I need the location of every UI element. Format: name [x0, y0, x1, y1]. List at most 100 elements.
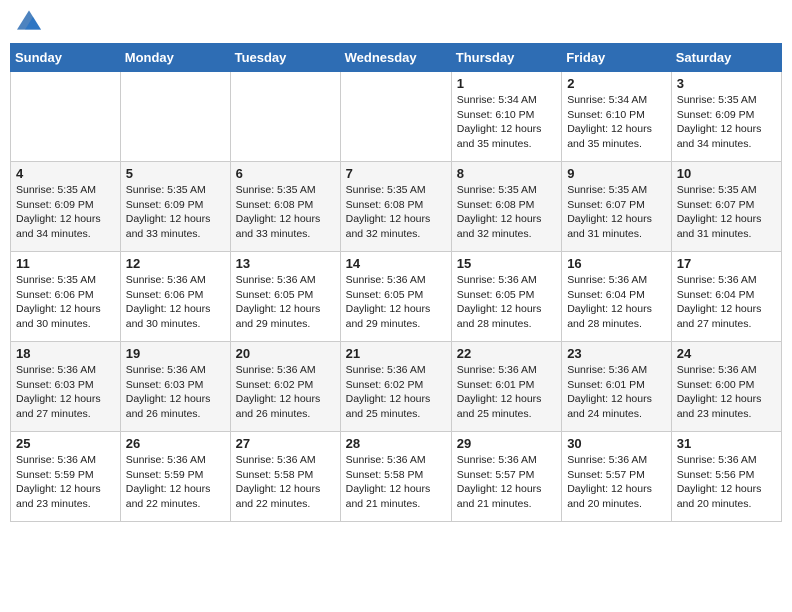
day-info: Sunrise: 5:36 AM Sunset: 5:58 PM Dayligh…: [236, 453, 335, 512]
weekday-header-tuesday: Tuesday: [230, 44, 340, 72]
day-number: 5: [126, 166, 225, 181]
day-info: Sunrise: 5:36 AM Sunset: 6:04 PM Dayligh…: [677, 273, 776, 332]
day-number: 16: [567, 256, 666, 271]
calendar-cell: 6 Sunrise: 5:35 AM Sunset: 6:08 PM Daylig…: [230, 162, 340, 252]
day-number: 11: [16, 256, 115, 271]
calendar-cell: 27 Sunrise: 5:36 AM Sunset: 5:58 PM Dayli…: [230, 432, 340, 522]
calendar-cell: 1Sunrise: 5:34 AM Sunset: 6:10 PM Daylig…: [451, 72, 561, 162]
calendar-cell: 12 Sunrise: 5:36 AM Sunset: 6:06 PM Dayli…: [120, 252, 230, 342]
calendar-cell: 18 Sunrise: 5:36 AM Sunset: 6:03 PM Dayli…: [11, 342, 121, 432]
weekday-header-friday: Friday: [562, 44, 672, 72]
calendar-cell: 20 Sunrise: 5:36 AM Sunset: 6:02 PM Dayli…: [230, 342, 340, 432]
day-number: 7: [346, 166, 446, 181]
day-number: 31: [677, 436, 776, 451]
day-info: Sunrise: 5:36 AM Sunset: 5:56 PM Dayligh…: [677, 453, 776, 512]
logo: [15, 10, 41, 35]
calendar-cell: 11 Sunrise: 5:35 AM Sunset: 6:06 PM Dayli…: [11, 252, 121, 342]
day-number: 20: [236, 346, 335, 361]
weekday-header-saturday: Saturday: [671, 44, 781, 72]
day-info: Sunrise: 5:35 AM Sunset: 6:09 PM Dayligh…: [677, 93, 776, 152]
day-number: 22: [457, 346, 556, 361]
calendar-cell: 13Sunrise: 5:36 AM Sunset: 6:05 PM Dayli…: [230, 252, 340, 342]
calendar-cell: 14 Sunrise: 5:36 AM Sunset: 6:05 PM Dayli…: [340, 252, 451, 342]
calendar-cell: 2 Sunrise: 5:34 AM Sunset: 6:10 PM Daylig…: [562, 72, 672, 162]
logo-icon: [17, 10, 41, 30]
calendar-cell: 21Sunrise: 5:36 AM Sunset: 6:02 PM Dayli…: [340, 342, 451, 432]
calendar-table: SundayMondayTuesdayWednesdayThursdayFrid…: [10, 43, 782, 522]
day-number: 6: [236, 166, 335, 181]
day-info: Sunrise: 5:35 AM Sunset: 6:06 PM Dayligh…: [16, 273, 115, 332]
day-info: Sunrise: 5:36 AM Sunset: 6:01 PM Dayligh…: [567, 363, 666, 422]
calendar-cell: 5 Sunrise: 5:35 AM Sunset: 6:09 PM Daylig…: [120, 162, 230, 252]
day-info: Sunrise: 5:36 AM Sunset: 5:58 PM Dayligh…: [346, 453, 446, 512]
day-info: Sunrise: 5:36 AM Sunset: 6:02 PM Dayligh…: [346, 363, 446, 422]
weekday-header-thursday: Thursday: [451, 44, 561, 72]
day-info: Sunrise: 5:35 AM Sunset: 6:08 PM Dayligh…: [346, 183, 446, 242]
day-number: 3: [677, 76, 776, 91]
day-number: 12: [126, 256, 225, 271]
day-number: 10: [677, 166, 776, 181]
calendar-cell: 19Sunrise: 5:36 AM Sunset: 6:03 PM Dayli…: [120, 342, 230, 432]
calendar-cell: 7 Sunrise: 5:35 AM Sunset: 6:08 PM Daylig…: [340, 162, 451, 252]
calendar-week-1: 1Sunrise: 5:34 AM Sunset: 6:10 PM Daylig…: [11, 72, 782, 162]
day-info: Sunrise: 5:35 AM Sunset: 6:09 PM Dayligh…: [16, 183, 115, 242]
day-info: Sunrise: 5:36 AM Sunset: 5:59 PM Dayligh…: [126, 453, 225, 512]
day-number: 14: [346, 256, 446, 271]
day-info: Sunrise: 5:34 AM Sunset: 6:10 PM Dayligh…: [567, 93, 666, 152]
day-number: 4: [16, 166, 115, 181]
day-info: Sunrise: 5:35 AM Sunset: 6:08 PM Dayligh…: [236, 183, 335, 242]
calendar-cell: [11, 72, 121, 162]
day-number: 8: [457, 166, 556, 181]
calendar-cell: 16Sunrise: 5:36 AM Sunset: 6:04 PM Dayli…: [562, 252, 672, 342]
weekday-header-wednesday: Wednesday: [340, 44, 451, 72]
day-info: Sunrise: 5:36 AM Sunset: 6:03 PM Dayligh…: [16, 363, 115, 422]
weekday-header-sunday: Sunday: [11, 44, 121, 72]
day-number: 26: [126, 436, 225, 451]
calendar-header: SundayMondayTuesdayWednesdayThursdayFrid…: [11, 44, 782, 72]
day-info: Sunrise: 5:36 AM Sunset: 6:02 PM Dayligh…: [236, 363, 335, 422]
calendar-cell: 3 Sunrise: 5:35 AM Sunset: 6:09 PM Daylig…: [671, 72, 781, 162]
calendar-cell: [340, 72, 451, 162]
calendar-cell: 31 Sunrise: 5:36 AM Sunset: 5:56 PM Dayli…: [671, 432, 781, 522]
day-number: 15: [457, 256, 556, 271]
day-info: Sunrise: 5:36 AM Sunset: 6:05 PM Dayligh…: [346, 273, 446, 332]
day-number: 25: [16, 436, 115, 451]
calendar-cell: 9 Sunrise: 5:35 AM Sunset: 6:07 PM Daylig…: [562, 162, 672, 252]
day-number: 28: [346, 436, 446, 451]
calendar-cell: 22 Sunrise: 5:36 AM Sunset: 6:01 PM Dayli…: [451, 342, 561, 432]
day-number: 17: [677, 256, 776, 271]
calendar-cell: 8 Sunrise: 5:35 AM Sunset: 6:08 PM Daylig…: [451, 162, 561, 252]
calendar-body: 1Sunrise: 5:34 AM Sunset: 6:10 PM Daylig…: [11, 72, 782, 522]
day-info: Sunrise: 5:35 AM Sunset: 6:07 PM Dayligh…: [677, 183, 776, 242]
calendar-cell: 15 Sunrise: 5:36 AM Sunset: 6:05 PM Dayli…: [451, 252, 561, 342]
calendar-cell: 24Sunrise: 5:36 AM Sunset: 6:00 PM Dayli…: [671, 342, 781, 432]
calendar-week-3: 11 Sunrise: 5:35 AM Sunset: 6:06 PM Dayli…: [11, 252, 782, 342]
day-number: 2: [567, 76, 666, 91]
day-number: 9: [567, 166, 666, 181]
calendar-cell: 17 Sunrise: 5:36 AM Sunset: 6:04 PM Dayli…: [671, 252, 781, 342]
day-info: Sunrise: 5:35 AM Sunset: 6:08 PM Dayligh…: [457, 183, 556, 242]
calendar-cell: 28 Sunrise: 5:36 AM Sunset: 5:58 PM Dayli…: [340, 432, 451, 522]
page-header: [10, 10, 782, 35]
day-info: Sunrise: 5:36 AM Sunset: 5:57 PM Dayligh…: [567, 453, 666, 512]
day-info: Sunrise: 5:36 AM Sunset: 5:59 PM Dayligh…: [16, 453, 115, 512]
day-info: Sunrise: 5:36 AM Sunset: 6:06 PM Dayligh…: [126, 273, 225, 332]
day-number: 13: [236, 256, 335, 271]
day-info: Sunrise: 5:35 AM Sunset: 6:09 PM Dayligh…: [126, 183, 225, 242]
day-info: Sunrise: 5:36 AM Sunset: 6:03 PM Dayligh…: [126, 363, 225, 422]
day-number: 29: [457, 436, 556, 451]
day-number: 27: [236, 436, 335, 451]
calendar-cell: [120, 72, 230, 162]
day-number: 23: [567, 346, 666, 361]
weekday-header-monday: Monday: [120, 44, 230, 72]
calendar-cell: 23 Sunrise: 5:36 AM Sunset: 6:01 PM Dayli…: [562, 342, 672, 432]
calendar-week-5: 25 Sunrise: 5:36 AM Sunset: 5:59 PM Dayli…: [11, 432, 782, 522]
calendar-week-4: 18 Sunrise: 5:36 AM Sunset: 6:03 PM Dayli…: [11, 342, 782, 432]
day-info: Sunrise: 5:36 AM Sunset: 6:05 PM Dayligh…: [457, 273, 556, 332]
day-number: 18: [16, 346, 115, 361]
day-info: Sunrise: 5:36 AM Sunset: 6:01 PM Dayligh…: [457, 363, 556, 422]
day-info: Sunrise: 5:36 AM Sunset: 5:57 PM Dayligh…: [457, 453, 556, 512]
day-number: 24: [677, 346, 776, 361]
calendar-cell: 26 Sunrise: 5:36 AM Sunset: 5:59 PM Dayli…: [120, 432, 230, 522]
day-info: Sunrise: 5:35 AM Sunset: 6:07 PM Dayligh…: [567, 183, 666, 242]
